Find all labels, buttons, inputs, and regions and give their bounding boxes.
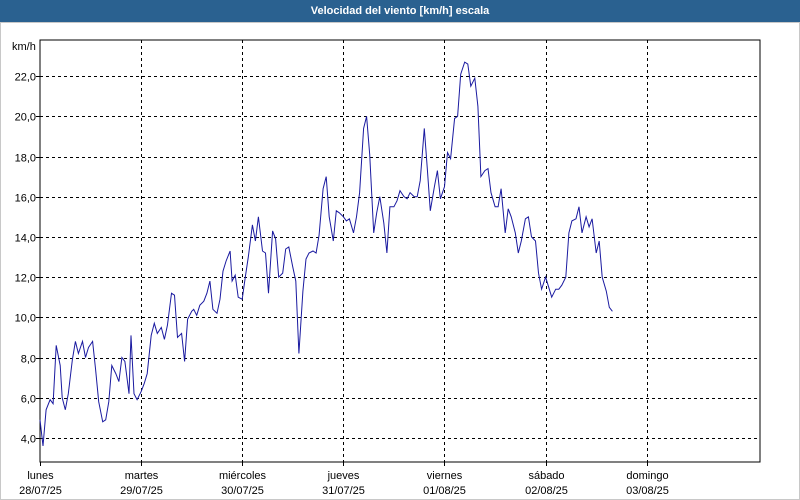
y-tick-label: 6,0 [21,394,36,406]
x-tick-label-day: viernes [427,470,463,482]
y-tick-label: 12,0 [15,273,36,285]
series-line-wind-speed [39,61,613,446]
y-tick-label: 22,0 [15,72,36,84]
x-tick-label-date: 02/08/25 [525,485,568,497]
x-tick-label-date: 30/07/25 [221,485,264,497]
y-tick-label: 4,0 [21,434,36,446]
x-tick-label-date: 29/07/25 [120,485,163,497]
x-tick-label-date: 31/07/25 [322,485,365,497]
x-tick-label-day: miércoles [219,470,267,482]
y-tick-label: 8,0 [21,354,36,366]
x-tick-label-date: 01/08/25 [423,485,466,497]
x-tick-label-date: 28/07/25 [19,485,62,497]
y-axis-unit-label: km/h [12,41,36,53]
x-tick-label-date: 03/08/25 [626,485,669,497]
x-tick-label-day: sábado [528,470,564,482]
x-tick-label-day: martes [125,470,159,482]
y-axis-ticks: 4,0 6,0 8,0 10,0 12,0 14,0 16,0 18,0 20,0 22,0 [15,72,40,446]
wind-speed-chart: 4,0 6,0 8,0 10,0 12,0 14,0 16,0 18,0 20,0 22,0 lu… [12,39,761,497]
y-tick-label: 18,0 [15,153,36,165]
grid [40,40,760,462]
x-tick-label-day: domingo [626,470,668,482]
y-tick-label: 10,0 [15,313,36,325]
y-tick-label: 20,0 [15,112,36,124]
x-tick-label-day: lunes [27,470,54,482]
x-tick-label-day: jueves [327,470,360,482]
x-axis-ticks: lunes 28/07/25 martes 29/07/25 miércoles 30/0… [19,462,669,497]
y-tick-label: 14,0 [15,233,36,245]
y-tick-label: 16,0 [15,193,36,205]
